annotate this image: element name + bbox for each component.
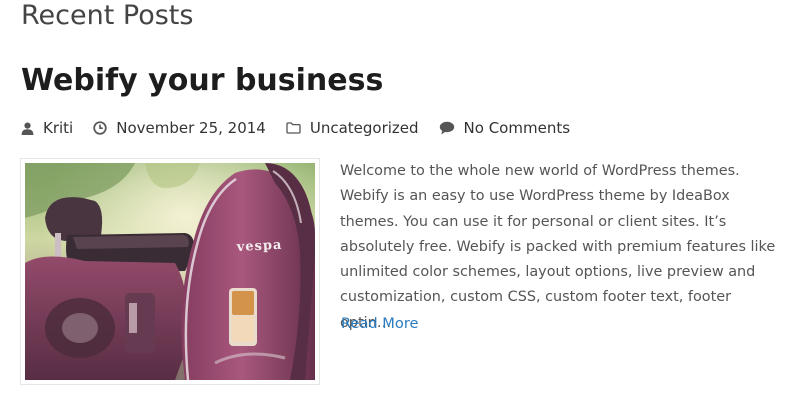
meta-author: Kriti xyxy=(21,119,73,137)
user-icon xyxy=(21,122,34,135)
post-thumbnail-image: vespa xyxy=(25,163,315,380)
comment-icon xyxy=(439,121,454,135)
section-title: Recent Posts xyxy=(21,0,194,31)
date-link[interactable]: November 25, 2014 xyxy=(116,119,266,137)
post-title-link[interactable]: Webify your business xyxy=(21,63,383,98)
post-title: Webify your business xyxy=(21,62,383,100)
meta-date: November 25, 2014 xyxy=(93,119,266,137)
meta-comments: No Comments xyxy=(439,119,570,137)
comments-link[interactable]: No Comments xyxy=(464,119,570,137)
clock-icon xyxy=(93,121,107,135)
folder-icon xyxy=(286,122,301,134)
meta-category: Uncategorized xyxy=(286,119,419,137)
post-meta: Kriti November 25, 2014 Uncategorized No… xyxy=(21,116,590,140)
category-link[interactable]: Uncategorized xyxy=(310,119,419,137)
post-excerpt: Welcome to the whole new world of WordPr… xyxy=(340,163,776,331)
post-thumbnail-link[interactable]: vespa xyxy=(20,158,320,385)
read-more-link[interactable]: Read More xyxy=(341,313,419,335)
author-link[interactable]: Kriti xyxy=(43,119,73,137)
